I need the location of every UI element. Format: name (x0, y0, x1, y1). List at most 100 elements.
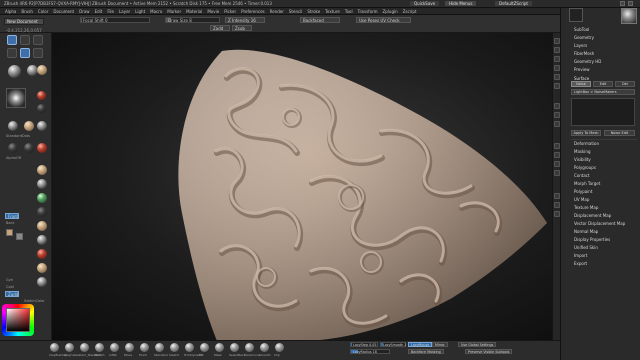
lazyradius-slider[interactable]: LazyRadius 18 (350, 349, 390, 354)
front-button[interactable]: Front (5, 213, 19, 219)
menu-item-light[interactable]: Light (135, 9, 145, 14)
material-dark-icon[interactable] (37, 104, 46, 113)
use-poses-button[interactable]: Use Poses UV Check (356, 17, 411, 23)
color-picker[interactable] (6, 308, 30, 332)
persp-tool-icon[interactable] (33, 48, 43, 58)
vector-displacement-map-section[interactable]: Vector Displacement Map (574, 221, 625, 226)
menu-item-layer[interactable]: Layer (119, 9, 130, 14)
uv-map-section[interactable]: UV Map (574, 197, 589, 202)
use-global-settings-button[interactable]: Use Global Settings (458, 342, 497, 347)
preview-section[interactable]: Preview (574, 67, 590, 72)
brush-smooth-icon[interactable] (260, 343, 269, 352)
material-skin-icon[interactable] (37, 221, 47, 231)
edit-tool-icon[interactable] (7, 35, 17, 45)
material-chrome-icon[interactable] (37, 235, 47, 245)
menu-item-macro[interactable]: Macro (150, 9, 162, 14)
matcap-icon[interactable] (37, 121, 47, 131)
material-green-icon[interactable] (37, 193, 47, 203)
menu-item-zscript[interactable]: Zscript (403, 9, 417, 14)
close-icon[interactable] (628, 1, 633, 6)
quicksave-button[interactable]: QuickSave (410, 1, 440, 6)
import-section[interactable]: Import (574, 253, 587, 258)
menu-item-brush[interactable]: Brush (21, 9, 33, 14)
brush-hpolish-icon[interactable] (95, 343, 104, 352)
material-red2-icon[interactable] (37, 143, 47, 153)
preserve-visible-subtools-button[interactable]: Preserve Visible Subtools (465, 349, 513, 354)
material-preview-icon[interactable] (8, 65, 21, 78)
brush-mask-icon[interactable] (215, 343, 224, 352)
noise-edit-button[interactable]: Noise Edit (604, 130, 635, 136)
noise-tab[interactable]: Noise (571, 81, 591, 87)
tool-preview-sphere-icon[interactable] (621, 8, 637, 24)
secondary-color-swatch[interactable] (16, 233, 23, 240)
canvas-viewport[interactable] (52, 33, 560, 341)
brush-trimdynamic-icon[interactable] (185, 343, 194, 352)
deformation-section[interactable]: Deformation (574, 141, 599, 146)
menu-item-tool[interactable]: Tool (345, 9, 353, 14)
brush-inflat-icon[interactable] (110, 343, 119, 352)
scale-tool-icon[interactable] (7, 48, 17, 58)
sculpted-mesh[interactable] (52, 33, 560, 341)
alpha-off-icon[interactable] (8, 143, 18, 153)
menu-item-alpha[interactable]: Alpha (5, 9, 16, 14)
lazymouse-toggle[interactable]: LazyMouse (408, 342, 433, 347)
material-black-icon[interactable] (37, 207, 47, 217)
texture-map-section[interactable]: Texture Map (574, 205, 598, 210)
brush-slicecurve-icon[interactable] (245, 343, 254, 352)
focal-shift-slider[interactable]: Focal Shift 0 (80, 17, 150, 23)
geometry-hd-section[interactable]: Geometry HD (574, 59, 601, 64)
hide-menus-button[interactable]: Hide Menus (445, 1, 477, 6)
menu-item-draw[interactable]: Draw (79, 9, 89, 14)
menu-item-document[interactable]: Document (53, 9, 74, 14)
polypaint-section[interactable]: Polypaint (574, 189, 592, 194)
standard-brush-icon[interactable] (8, 121, 18, 131)
default-zscript-button[interactable]: DefaultZScript (495, 1, 532, 6)
menu-item-texture[interactable]: Texture (325, 9, 340, 14)
display-properties-section[interactable]: Display Properties (574, 237, 610, 242)
menu-item-movie[interactable]: Movie (207, 9, 219, 14)
menu-item-material[interactable]: Material (186, 9, 202, 14)
draw-size-slider[interactable]: Draw Size 8 (165, 17, 220, 23)
menu-item-picker[interactable]: Picker (224, 9, 236, 14)
displacement-map-section[interactable]: Displacement Map (574, 213, 611, 218)
masking-section[interactable]: Masking (574, 149, 591, 154)
lazysmooth-slider[interactable]: LazySmooth 1 (380, 342, 406, 347)
menu-item-edit[interactable]: Edit (95, 9, 103, 14)
apply-to-mesh-button[interactable]: Apply To Mesh (571, 130, 601, 136)
texture-off-icon[interactable] (24, 143, 34, 153)
brush-fill-icon[interactable] (200, 343, 209, 352)
draw-tool-icon[interactable] (20, 35, 30, 45)
material-red-icon[interactable] (37, 91, 46, 100)
menu-item-stroke[interactable]: Stroke (307, 9, 320, 14)
layers-section[interactable]: Layers (574, 43, 587, 48)
contact-section[interactable]: Contact (574, 173, 590, 178)
minimize-icon[interactable] (620, 1, 625, 6)
material-basic-icon[interactable] (37, 277, 47, 287)
brush-move-icon[interactable] (125, 343, 134, 352)
edit-tab[interactable]: Edit (593, 81, 613, 87)
brush-dam_standard-icon[interactable] (80, 343, 89, 352)
normal-map-section[interactable]: Normal Map (574, 229, 598, 234)
menu-item-zplugin[interactable]: Zplugin (383, 9, 398, 14)
brush-pinch-icon[interactable] (140, 343, 149, 352)
menu-item-stencil[interactable]: Stencil (289, 9, 303, 14)
brush-standard-icon[interactable] (155, 343, 164, 352)
zadd-button[interactable]: Zadd (210, 25, 230, 31)
visibility-section[interactable]: Visibility (574, 157, 591, 162)
morph-target-section[interactable]: Morph Target (574, 181, 600, 186)
menu-item-marker[interactable]: Marker (167, 9, 181, 14)
menu-item-color[interactable]: Color (38, 9, 48, 14)
material-tan-icon[interactable] (37, 165, 47, 175)
geometry-section[interactable]: Geometry (574, 35, 594, 40)
z-intensity-slider[interactable]: Z Intensity 16 (225, 17, 265, 23)
menu-item-transform[interactable]: Transform (358, 9, 378, 14)
new-document-button[interactable]: New Document (4, 18, 44, 25)
switch-color-label[interactable]: SwitchColor (24, 299, 45, 303)
material-wax-icon[interactable] (37, 249, 47, 259)
rotate-tool-icon[interactable] (20, 48, 30, 58)
brush-selectrect-icon[interactable] (230, 343, 239, 352)
alpha-preview-icon[interactable] (6, 88, 26, 108)
brush-slash3-icon[interactable] (170, 343, 179, 352)
backfaced-button[interactable]: Backfaced (300, 17, 340, 23)
brush-clip-icon[interactable] (275, 343, 284, 352)
